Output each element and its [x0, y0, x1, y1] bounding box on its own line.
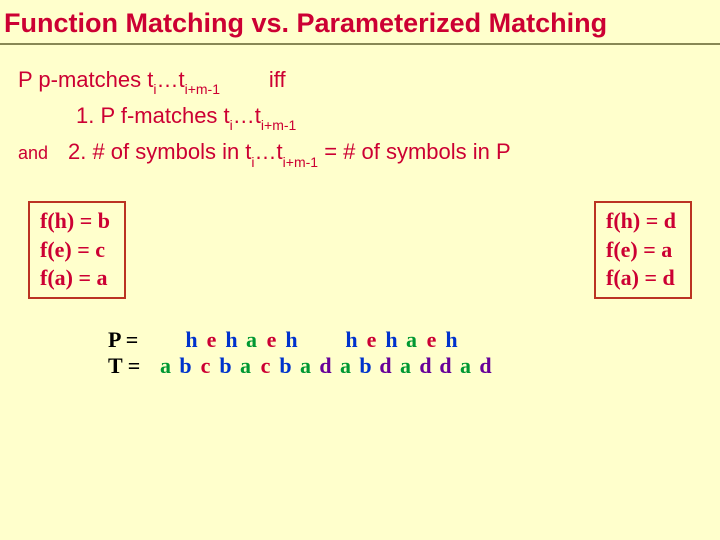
stmt-text: …t: [233, 103, 261, 128]
subscript: i: [153, 81, 156, 97]
subscript: i+m-1: [261, 117, 296, 133]
seq-char: h: [282, 327, 302, 353]
stmt-text: = # of symbols in P: [318, 139, 511, 164]
fn-line: f(h) = d: [606, 207, 676, 236]
seq-char: a: [296, 353, 316, 379]
theorem-statement: P p-matches ti…ti+m-1 iff 1. P f-matches…: [18, 63, 702, 171]
stmt-text: …t: [156, 67, 184, 92]
function-boxes: f(h) = b f(e) = c f(a) = a f(h) = d f(e)…: [28, 201, 692, 299]
stmt-text: 2. # of symbols in t: [68, 139, 251, 164]
seq-char: a: [456, 353, 476, 379]
subscript: i: [251, 154, 254, 170]
seq-char: h: [342, 327, 362, 353]
seq-char: b: [276, 353, 296, 379]
stmt-line-1: P p-matches ti…ti+m-1 iff: [18, 63, 702, 99]
seq-char: d: [316, 353, 336, 379]
text-row: T = abcbacbadabdaddad: [108, 353, 702, 379]
fn-line: f(e) = a: [606, 236, 676, 265]
seq-char: h: [182, 327, 202, 353]
seq-char: e: [422, 327, 442, 353]
seq-char: d: [416, 353, 436, 379]
subscript: i+m-1: [185, 81, 220, 97]
seq-char: a: [396, 353, 416, 379]
subscript: i: [230, 117, 233, 133]
and-label: and: [18, 140, 68, 168]
seq-char: c: [256, 353, 276, 379]
seq-char: c: [196, 353, 216, 379]
seq-char: e: [262, 327, 282, 353]
seq-char: b: [176, 353, 196, 379]
seq-char: a: [242, 327, 262, 353]
seq-char: e: [202, 327, 222, 353]
seq-char: d: [436, 353, 456, 379]
fn-line: f(h) = b: [40, 207, 110, 236]
fn-line: f(e) = c: [40, 236, 110, 265]
left-function-box: f(h) = b f(e) = c f(a) = a: [28, 201, 126, 299]
stmt-line-2: 1. P f-matches ti…ti+m-1: [18, 99, 702, 135]
seq-char: a: [402, 327, 422, 353]
seq-char: b: [216, 353, 236, 379]
p-label: P =: [108, 327, 150, 353]
seq-char: d: [376, 353, 396, 379]
stmt-text: …t: [255, 139, 283, 164]
p-sequence: hehaehhehaeh: [156, 327, 462, 352]
seq-char: e: [362, 327, 382, 353]
fn-line: f(a) = d: [606, 264, 676, 293]
seq-char: h: [382, 327, 402, 353]
stmt-text: P p-matches t: [18, 67, 153, 92]
right-function-box: f(h) = d f(e) = a f(a) = d: [594, 201, 692, 299]
slide-body: P p-matches ti…ti+m-1 iff 1. P f-matches…: [0, 45, 720, 379]
subscript: i+m-1: [283, 154, 318, 170]
seq-char: a: [236, 353, 256, 379]
seq-char: h: [442, 327, 462, 353]
slide-title: Function Matching vs. Parameterized Matc…: [0, 0, 720, 45]
seq-char: a: [156, 353, 176, 379]
sequences: P = hehaehhehaeh T = abcbacbadabdaddad: [108, 327, 702, 379]
seq-char: h: [222, 327, 242, 353]
seq-char: d: [476, 353, 496, 379]
stmt-text: 1. P f-matches t: [76, 103, 230, 128]
t-label: T =: [108, 353, 150, 379]
seq-char: b: [356, 353, 376, 379]
t-sequence: abcbacbadabdaddad: [156, 353, 496, 378]
pattern-row: P = hehaehhehaeh: [108, 327, 702, 353]
fn-line: f(a) = a: [40, 264, 110, 293]
stmt-line-3: and2. # of symbols in ti…ti+m-1 = # of s…: [18, 135, 702, 171]
stmt-text: iff: [220, 67, 286, 92]
seq-char: a: [336, 353, 356, 379]
